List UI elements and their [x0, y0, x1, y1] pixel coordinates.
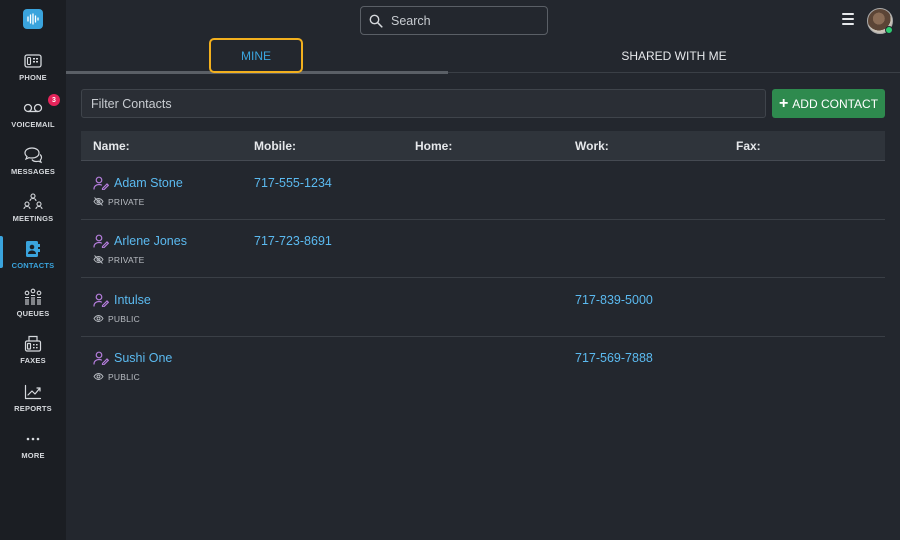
add-contact-button[interactable]: + ADD CONTACT — [772, 89, 885, 118]
table-row[interactable]: Arlene Jones PRIVATE 717-723-8691 — [81, 220, 885, 278]
reports-icon — [22, 381, 44, 403]
filter-contacts-input[interactable] — [91, 96, 691, 111]
sidebar-item-phone[interactable]: PHONE — [0, 48, 66, 92]
hamburger-menu-icon[interactable] — [842, 13, 854, 25]
contact-name[interactable]: Arlene Jones — [93, 234, 187, 248]
person-edit-icon — [93, 351, 109, 365]
column-header-work: Work: — [575, 139, 609, 153]
eye-icon — [93, 371, 104, 382]
more-icon — [22, 428, 44, 450]
search-box[interactable] — [360, 6, 548, 35]
contact-name[interactable]: Adam Stone — [93, 176, 183, 190]
voicemail-icon — [22, 97, 44, 119]
online-status-indicator — [885, 26, 893, 34]
sidebar-item-messages[interactable]: MESSAGES — [0, 142, 66, 186]
sidebar-item-meetings[interactable]: MEETINGS — [0, 189, 66, 233]
work-number[interactable]: 717-839-5000 — [575, 293, 653, 307]
column-header-name: Name: — [93, 139, 130, 153]
fax-icon — [22, 333, 44, 355]
contacts-icon — [22, 238, 44, 260]
table-row[interactable]: Adam Stone PRIVATE 717-555-1234 — [81, 162, 885, 220]
work-number[interactable]: 717-569-7888 — [575, 351, 653, 365]
sidebar-item-reports[interactable]: REPORTS — [0, 379, 66, 423]
contact-name[interactable]: Intulse — [93, 293, 151, 307]
contact-name[interactable]: Sushi One — [93, 351, 172, 365]
sidebar-item-label: PHONE — [19, 73, 47, 82]
sidebar-item-voicemail[interactable]: 3 VOICEMAIL — [0, 94, 66, 139]
queues-icon — [22, 286, 44, 308]
search-input[interactable] — [391, 13, 531, 28]
mobile-number[interactable]: 717-723-8691 — [254, 234, 332, 248]
add-contact-label: ADD CONTACT — [792, 96, 879, 111]
sidebar-item-label: MORE — [21, 451, 45, 460]
sidebar-item-label: VOICEMAIL — [11, 120, 55, 129]
person-edit-icon — [93, 176, 109, 190]
visibility-label: PRIVATE — [93, 196, 145, 207]
mobile-number[interactable]: 717-555-1234 — [254, 176, 332, 190]
column-header-fax: Fax: — [736, 139, 761, 153]
column-header-home: Home: — [415, 139, 453, 153]
table-header: Name: Mobile: Home: Work: Fax: — [81, 131, 885, 161]
sidebar-item-more[interactable]: MORE — [0, 426, 66, 470]
visibility-label: PUBLIC — [93, 371, 140, 382]
column-header-mobile: Mobile: — [254, 139, 296, 153]
plus-icon: + — [778, 94, 789, 112]
soundwave-logo-icon[interactable] — [23, 9, 43, 29]
sidebar-item-faxes[interactable]: FAXES — [0, 331, 66, 375]
voicemail-badge: 3 — [48, 94, 60, 106]
table-row[interactable]: Intulse PUBLIC 717-839-5000 — [81, 279, 885, 337]
eye-slash-icon — [93, 196, 104, 207]
phone-icon — [22, 50, 44, 72]
sidebar-item-label: REPORTS — [14, 404, 52, 413]
sidebar-item-label: MESSAGES — [10, 167, 56, 176]
table-row[interactable]: Sushi One PUBLIC 717-569-7888 — [81, 337, 885, 395]
sidebar-item-label: QUEUES — [16, 309, 50, 318]
sidebar-item-contacts[interactable]: CONTACTS — [0, 236, 66, 280]
tab-shared-with-me[interactable]: SHARED WITH ME — [600, 38, 748, 73]
visibility-label: PUBLIC — [93, 313, 140, 324]
sidebar-item-label: MEETINGS — [12, 214, 54, 223]
sidebar-item-label: CONTACTS — [11, 261, 55, 270]
filter-box[interactable] — [81, 89, 766, 118]
eye-slash-icon — [93, 254, 104, 265]
person-edit-icon — [93, 234, 109, 248]
search-icon — [369, 14, 383, 28]
messages-icon — [22, 144, 44, 166]
tab-mine[interactable]: MINE — [209, 38, 303, 73]
sidebar: PHONE 3 VOICEMAIL MESSAGES MEETINGS CONT… — [0, 0, 66, 540]
meetings-icon — [22, 191, 44, 213]
sidebar-item-label: FAXES — [20, 356, 46, 365]
eye-icon — [93, 313, 104, 324]
person-edit-icon — [93, 293, 109, 307]
visibility-label: PRIVATE — [93, 254, 145, 265]
avatar[interactable] — [867, 8, 893, 34]
sidebar-item-queues[interactable]: QUEUES — [0, 284, 66, 328]
